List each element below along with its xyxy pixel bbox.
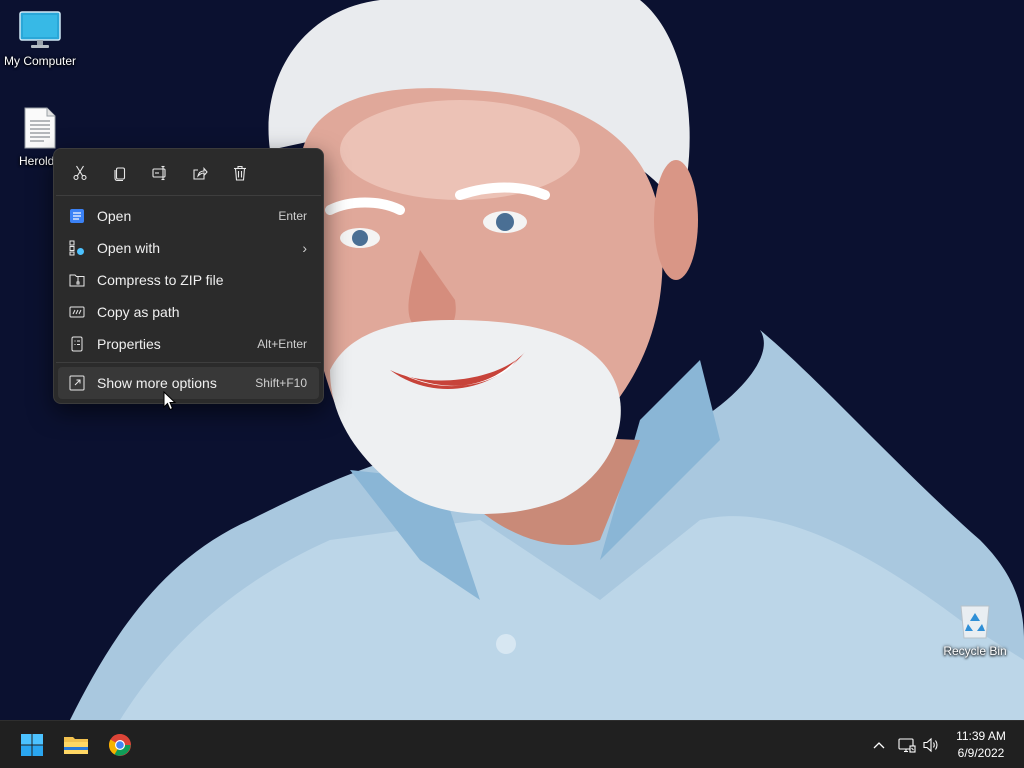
text-document-icon [24,107,56,149]
copy-path-icon [68,303,86,321]
menu-item-properties[interactable]: Properties Alt+Enter [58,328,319,360]
network-icon [898,738,916,753]
menu-item-compress-zip[interactable]: Compress to ZIP file [58,264,319,296]
cut-icon [73,165,87,181]
clock-time: 11:39 AM [956,729,1006,743]
taskbar-chrome[interactable] [100,725,140,765]
rename-icon [152,165,166,181]
desktop-icon-label: Recycle Bin [943,644,1007,658]
menu-item-shortcut: Alt+Enter [257,337,307,351]
context-menu-items: Open Enter Open with › Compress to ZIP f… [54,196,323,362]
start-button[interactable] [12,725,52,765]
context-menu-toolbar [54,149,323,195]
menu-item-label: Open with [97,240,161,256]
desktop-icon-label: My Computer [3,54,77,68]
menu-item-shortcut: Shift+F10 [255,376,307,390]
menu-item-label: Properties [97,336,161,352]
clock-date: 6/9/2022 [957,746,1005,760]
mouse-cursor-icon [163,391,177,411]
menu-item-shortcut: Enter [278,209,307,223]
taskbar: 11:39 AM 6/9/2022 [0,720,1024,768]
properties-icon [68,335,86,353]
chrome-icon [109,734,131,756]
delete-icon [234,165,246,181]
menu-item-label: Open [97,208,132,224]
desktop-icon-my-computer[interactable]: My Computer [0,10,80,68]
taskbar-file-explorer[interactable] [56,725,96,765]
notepad-icon [68,207,86,225]
copy-icon [114,167,126,181]
recycle-bin-icon [960,605,990,639]
menu-item-open[interactable]: Open Enter [58,200,319,232]
windows-start-icon [21,734,43,756]
context-menu: Open Enter Open with › Compress to ZIP f… [53,148,324,404]
share-icon [193,167,208,180]
chevron-right-icon: › [302,240,307,256]
system-clock[interactable]: 11:39 AM 6/9/2022 [948,728,1014,762]
copy-button[interactable] [102,159,138,187]
menu-item-label: Compress to ZIP file [97,272,224,288]
delete-button[interactable] [222,159,258,187]
cut-button[interactable] [62,159,98,187]
monitor-icon [19,11,61,48]
menu-item-copy-as-path[interactable]: Copy as path [58,296,319,328]
volume-button[interactable] [920,733,942,757]
open-with-icon [68,239,86,257]
desktop-icon-recycle-bin[interactable]: Recycle Bin [935,600,1015,658]
menu-item-show-more-options[interactable]: Show more options Shift+F10 [58,367,319,399]
volume-icon [923,737,938,753]
network-button[interactable] [896,733,918,757]
menu-item-open-with[interactable]: Open with › [58,232,319,264]
show-hidden-icons-button[interactable] [868,733,890,757]
menu-item-label: Show more options [97,375,217,391]
file-explorer-icon [64,737,88,754]
menu-item-label: Copy as path [97,304,180,320]
rename-button[interactable] [142,159,178,187]
more-options-icon [68,374,86,392]
chevron-up-icon [873,742,885,749]
share-button[interactable] [182,159,218,187]
zip-folder-icon [68,271,86,289]
